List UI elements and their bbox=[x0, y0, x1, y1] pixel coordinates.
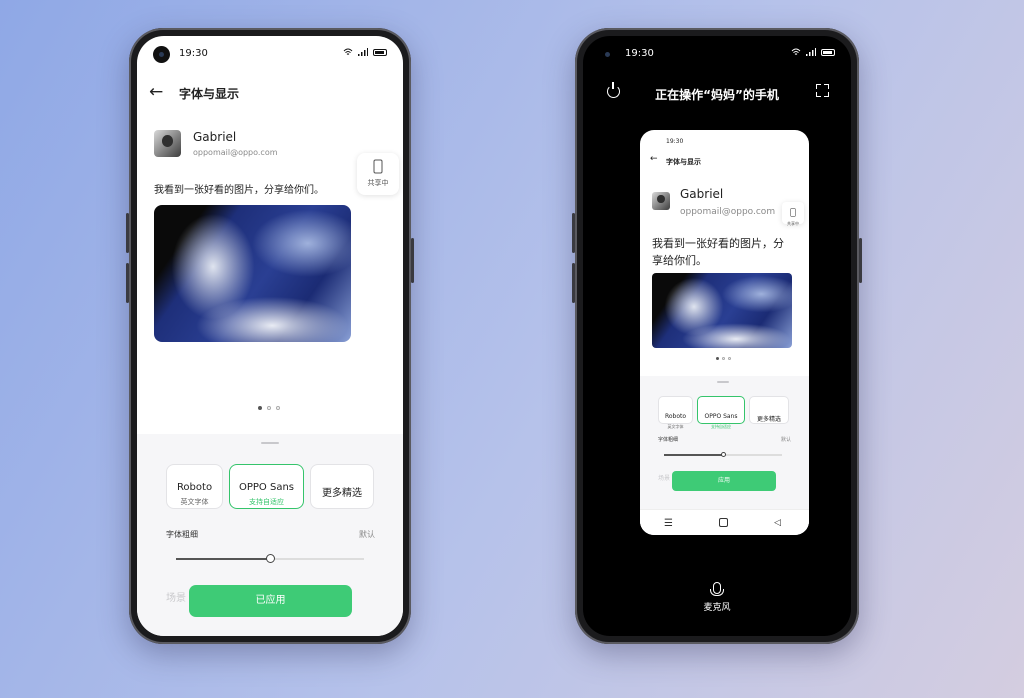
weight-slider[interactable] bbox=[176, 554, 364, 563]
back-arrow-icon[interactable]: ← bbox=[149, 82, 163, 102]
mini-share-label: 共享中 bbox=[787, 221, 799, 226]
font-name: OPPO Sans bbox=[704, 413, 738, 420]
power-button bbox=[411, 238, 414, 283]
volume-button-2 bbox=[572, 263, 575, 303]
font-card-oppo-sans[interactable]: OPPO Sans 支持自适应 bbox=[229, 464, 304, 509]
mini-apply-button: 应用 bbox=[672, 471, 776, 491]
page-dot bbox=[722, 357, 725, 360]
share-status-button[interactable]: 共享中 bbox=[357, 153, 399, 195]
mini-weight-default: 默认 bbox=[780, 437, 791, 443]
mini-font-card-more: 更多精选 bbox=[749, 396, 789, 424]
signal-icon bbox=[806, 48, 816, 56]
font-name: OPPO Sans bbox=[238, 482, 294, 493]
font-name: 更多精选 bbox=[756, 416, 781, 423]
mini-font-card-oppo-sans: OPPO Sans 支持自适应 bbox=[697, 396, 745, 429]
font-name: Roboto bbox=[176, 482, 213, 493]
wifi-icon bbox=[343, 48, 353, 55]
shared-photo[interactable] bbox=[154, 205, 351, 342]
status-time: 19:30 bbox=[625, 48, 654, 59]
font-sub: 支持自适应 bbox=[711, 424, 731, 429]
home-icon[interactable] bbox=[719, 518, 728, 527]
font-sub: 英文字体 bbox=[667, 424, 684, 429]
mini-avatar bbox=[652, 192, 670, 210]
mini-share-phone-icon bbox=[790, 208, 796, 217]
local-screen: 19:30 ← 字体与显示 Gabriel oppomail@oppo.com … bbox=[137, 36, 403, 636]
weight-default: 默认 bbox=[359, 530, 375, 539]
mini-share-status: 共享中 bbox=[782, 202, 804, 226]
signal-icon bbox=[358, 48, 368, 56]
mini-user-email: oppomail@oppo.com bbox=[680, 207, 776, 217]
page-dot bbox=[258, 406, 262, 410]
battery-icon bbox=[373, 48, 387, 56]
microphone-icon[interactable] bbox=[710, 582, 724, 596]
back-triangle-icon[interactable]: ◁ bbox=[774, 518, 781, 528]
font-sub: 英文字体 bbox=[180, 498, 209, 506]
applied-button[interactable]: 已应用 bbox=[189, 585, 352, 617]
status-bar: 19:30 bbox=[583, 36, 851, 72]
mini-page-indicator bbox=[716, 357, 731, 360]
font-card-more[interactable]: 更多精选 bbox=[310, 464, 374, 509]
front-camera bbox=[599, 46, 616, 63]
wifi-icon bbox=[791, 48, 801, 55]
mini-weight-label: 字体粗细 bbox=[658, 437, 679, 443]
local-phone: 19:30 ← 字体与显示 Gabriel oppomail@oppo.com … bbox=[126, 28, 414, 644]
volume-button bbox=[126, 213, 129, 253]
page-dot bbox=[276, 406, 280, 410]
share-label: 共享中 bbox=[367, 179, 389, 187]
mini-message-line1: 我看到一张好看的图片，分 bbox=[652, 237, 784, 250]
mirrored-screen[interactable]: 19:30 ← 字体与显示 Gabriel oppomail@oppo.com … bbox=[640, 130, 809, 535]
page-indicator bbox=[258, 406, 280, 410]
mini-user-name: Gabriel bbox=[680, 187, 724, 201]
volume-button bbox=[572, 213, 575, 253]
user-email: oppomail@oppo.com bbox=[193, 148, 278, 157]
mini-page-title: 字体与显示 bbox=[666, 158, 701, 166]
battery-icon bbox=[821, 48, 835, 56]
page-dot bbox=[716, 357, 719, 360]
font-sheet: Roboto 英文字体 OPPO Sans 支持自适应 更多精选 字体粗细 默认… bbox=[137, 434, 403, 636]
share-phone-icon bbox=[373, 159, 383, 174]
mini-status-time: 19:30 bbox=[666, 138, 684, 145]
mini-shared-photo bbox=[652, 273, 792, 348]
status-bar: 19:30 bbox=[137, 36, 403, 72]
mini-nav-bar: ☰ ◁ bbox=[640, 509, 809, 535]
font-name: 更多精选 bbox=[322, 488, 362, 499]
microphone-label[interactable]: 麦克风 bbox=[583, 600, 851, 613]
power-button bbox=[859, 238, 862, 283]
sheet-handle[interactable] bbox=[261, 442, 279, 444]
slider-fill bbox=[664, 454, 723, 456]
volume-button-2 bbox=[126, 263, 129, 303]
status-icons bbox=[791, 48, 835, 56]
font-sub: 支持自适应 bbox=[249, 498, 284, 506]
weight-label: 字体粗细 bbox=[166, 530, 198, 539]
remote-screen: 19:30 正在操作“妈妈”的手机 19:30 ← 字体与显示 Gabriel … bbox=[583, 36, 851, 636]
slider-thumb[interactable] bbox=[265, 554, 275, 563]
page-dot bbox=[728, 357, 731, 360]
slider-fill bbox=[176, 558, 270, 560]
scene-label: 场景 bbox=[166, 593, 186, 604]
slider-thumb bbox=[720, 452, 726, 457]
front-camera bbox=[153, 46, 170, 63]
remote-phone: 19:30 正在操作“妈妈”的手机 19:30 ← 字体与显示 Gabriel … bbox=[572, 28, 862, 644]
mini-back-arrow-icon[interactable]: ← bbox=[650, 154, 658, 164]
avatar bbox=[154, 130, 181, 157]
mini-weight-slider bbox=[664, 452, 782, 457]
mini-font-card-roboto: Roboto 英文字体 bbox=[658, 396, 693, 429]
mini-scene-label: 场景 bbox=[658, 475, 671, 482]
font-name: Roboto bbox=[664, 413, 687, 420]
mini-sheet-handle bbox=[717, 381, 729, 383]
user-name: Gabriel bbox=[193, 130, 237, 144]
expand-icon[interactable] bbox=[816, 84, 829, 97]
remote-title: 正在操作“妈妈”的手机 bbox=[655, 88, 779, 102]
page-title: 字体与显示 bbox=[179, 87, 240, 101]
font-card-roboto[interactable]: Roboto 英文字体 bbox=[166, 464, 223, 509]
status-time: 19:30 bbox=[179, 48, 208, 59]
page-dot bbox=[267, 406, 271, 410]
message-text: 我看到一张好看的图片，分享给你们。 bbox=[154, 185, 324, 196]
menu-icon[interactable]: ☰ bbox=[664, 518, 673, 529]
mini-message-line2: 享给你们。 bbox=[652, 254, 707, 267]
status-icons bbox=[343, 48, 387, 56]
